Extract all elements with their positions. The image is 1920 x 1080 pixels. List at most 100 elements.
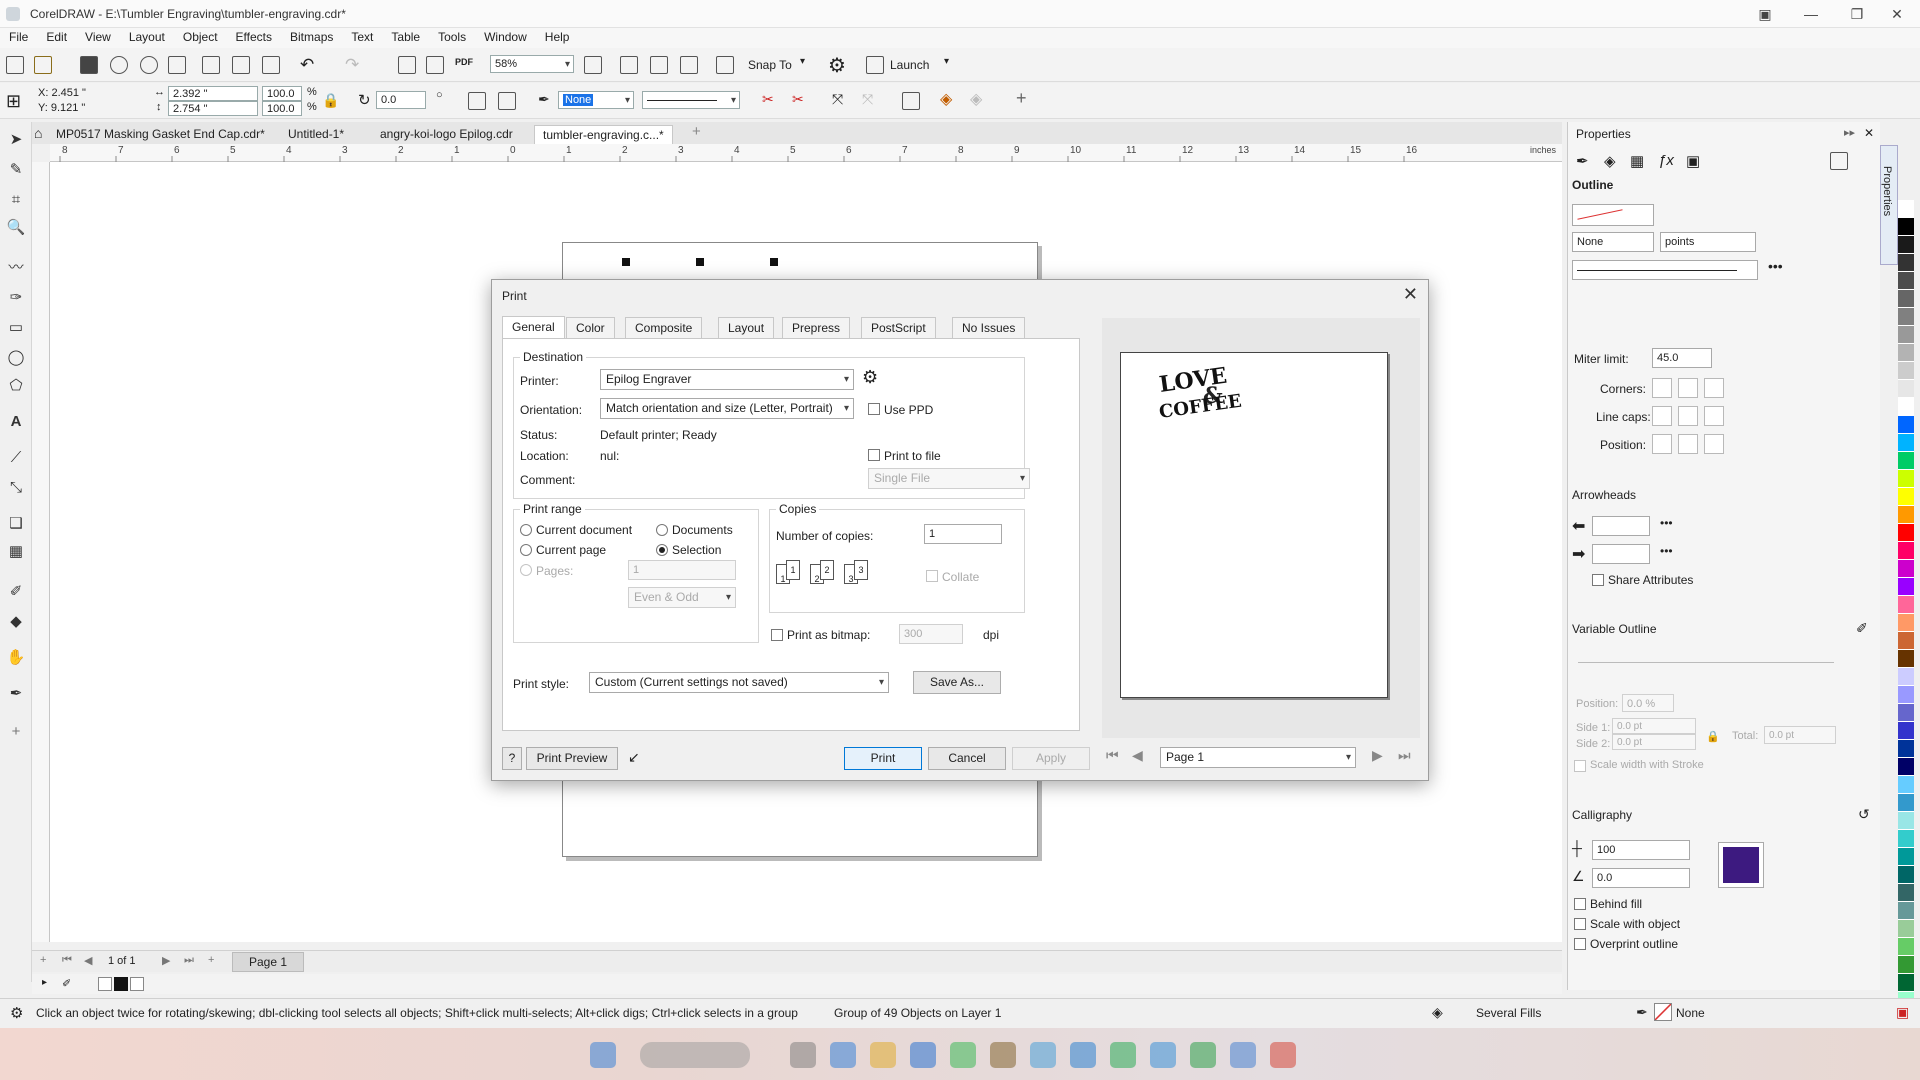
behind-fill-checkbox[interactable]	[1574, 898, 1586, 910]
rotation-field[interactable]: 0.0	[376, 91, 426, 109]
last-page-icon[interactable]: ⏭	[1398, 747, 1411, 764]
cloud-save-icon[interactable]	[140, 56, 158, 74]
lock-sides-icon[interactable]: 🔒	[1706, 730, 1720, 743]
palette-swatch[interactable]	[1898, 812, 1914, 830]
palette-swatch[interactable]	[1898, 740, 1914, 758]
show-grid-icon[interactable]	[650, 56, 668, 74]
palette-swatch[interactable]	[1898, 632, 1914, 650]
palette-swatch[interactable]	[1898, 308, 1914, 326]
menu-window[interactable]: Window	[475, 28, 536, 46]
zoom-tool-icon[interactable]: 🔍	[6, 218, 26, 238]
palette-swatch[interactable]	[1898, 830, 1914, 848]
print-to-file-checkbox[interactable]	[868, 449, 880, 461]
new-tab-icon[interactable]: +	[692, 123, 701, 140]
tab-no-issues[interactable]: No Issues	[952, 317, 1026, 338]
collate-checkbox[interactable]	[926, 570, 938, 582]
taskbar-app-icon[interactable]	[1230, 1042, 1256, 1068]
launch-chevron-icon[interactable]: ▾	[944, 56, 949, 67]
cap-round-icon[interactable]	[1678, 406, 1698, 426]
break-apart-icon[interactable]: ✂	[792, 91, 804, 108]
copies-field[interactable]: 1	[924, 524, 1002, 544]
show-rulers-icon[interactable]	[620, 56, 638, 74]
color-proof-icon[interactable]: ▣	[1896, 1004, 1909, 1021]
object-origin-icon[interactable]: ⊞	[6, 91, 21, 112]
home-icon[interactable]: ⌂	[34, 125, 42, 141]
shape-tool-icon[interactable]: ✎	[6, 160, 26, 180]
pages-field[interactable]: 1	[628, 560, 736, 580]
corner-miter-icon[interactable]	[1652, 378, 1672, 398]
use-ppd-checkbox[interactable]	[868, 403, 880, 415]
palette-swatch[interactable]	[1898, 488, 1914, 506]
share-attributes-checkbox[interactable]	[1592, 574, 1604, 586]
position-inside-icon[interactable]	[1704, 434, 1724, 454]
tab-untitled-1[interactable]: Untitled-1*	[280, 125, 352, 144]
properties-side-tab[interactable]: Properties	[1880, 145, 1898, 265]
taskbar-app-icon[interactable]	[1190, 1042, 1216, 1068]
fill-icon[interactable]: ◈	[1604, 152, 1616, 170]
options-gear-icon[interactable]: ⚙	[828, 53, 846, 78]
crop-tool-icon[interactable]: ⌗	[6, 190, 26, 210]
current-page-radio[interactable]	[520, 544, 532, 556]
palette-swatch[interactable]	[1898, 794, 1914, 812]
outline-none-swatch[interactable]	[1654, 1003, 1672, 1021]
scale-with-object-checkbox[interactable]	[1574, 918, 1586, 930]
palette-swatch[interactable]	[1898, 452, 1914, 470]
save-icon[interactable]	[80, 56, 98, 74]
tab-prepress[interactable]: Prepress	[782, 317, 851, 338]
taskbar-app-icon[interactable]	[1110, 1042, 1136, 1068]
palette-swatch[interactable]	[1898, 254, 1914, 272]
chevron-down-icon[interactable]: ▾	[800, 56, 805, 67]
taskbar-app-icon[interactable]	[950, 1042, 976, 1068]
bitmap-icon[interactable]: ▣	[1686, 152, 1700, 170]
selection-handle[interactable]	[696, 258, 704, 266]
outline-width-select[interactable]: None	[1572, 232, 1654, 252]
printer-properties-gear-icon[interactable]: ⚙	[862, 367, 878, 388]
pick-tool-icon[interactable]: ➤	[6, 130, 26, 150]
palette-swatch[interactable]	[1898, 380, 1914, 398]
close-window-button[interactable]: ✕	[1874, 0, 1920, 28]
palette-swatch[interactable]	[1898, 866, 1914, 884]
start-icon[interactable]	[590, 1042, 616, 1068]
bitmap-dpi-field[interactable]: 300	[899, 624, 963, 644]
palette-swatch[interactable]	[1898, 506, 1914, 524]
line-style-select[interactable]	[642, 91, 740, 109]
tab-postscript[interactable]: PostScript	[861, 317, 936, 338]
taskbar-app-icon[interactable]	[870, 1042, 896, 1068]
palette-swatch[interactable]	[1898, 578, 1914, 596]
taskbar-app-icon[interactable]	[1030, 1042, 1056, 1068]
palette-swatch[interactable]	[1898, 344, 1914, 362]
tab-layout[interactable]: Layout	[718, 317, 775, 338]
palette-swatch[interactable]	[1898, 668, 1914, 686]
palette-swatch[interactable]	[1898, 974, 1914, 992]
outline-tool-icon[interactable]: ✒	[6, 684, 26, 704]
line-style-select[interactable]	[1572, 260, 1758, 280]
file-mode-select[interactable]: Single File	[868, 468, 1030, 489]
palette-swatch[interactable]	[1898, 542, 1914, 560]
side1-field[interactable]: 0.0 pt	[1612, 718, 1696, 734]
outline-pen-icon[interactable]: ✒	[1576, 152, 1589, 170]
end-arrowhead-select[interactable]	[1592, 544, 1650, 564]
palette-swatch[interactable]	[1898, 398, 1914, 416]
lock-ratio-icon[interactable]: 🔒	[322, 92, 339, 109]
first-page-icon[interactable]: ⏮	[62, 954, 72, 967]
print-icon[interactable]	[168, 56, 186, 74]
copy-icon[interactable]	[232, 56, 250, 74]
tab-general[interactable]: General	[502, 316, 565, 339]
pages-radio[interactable]	[520, 564, 532, 576]
palette-swatch[interactable]	[1898, 596, 1914, 614]
convert-outline-icon[interactable]: ✂	[762, 91, 774, 108]
snap-off-icon[interactable]	[716, 56, 734, 74]
position-center-icon[interactable]	[1678, 434, 1698, 454]
orientation-select[interactable]: Match orientation and size (Letter, Port…	[600, 398, 854, 419]
outline-width-select[interactable]: None	[558, 91, 634, 109]
end-arrow-more-icon[interactable]: •••	[1660, 544, 1673, 558]
palette-swatch[interactable]	[1898, 614, 1914, 632]
white-swatch[interactable]	[130, 977, 144, 991]
save-as-button[interactable]: Save As...	[913, 671, 1001, 694]
polygon-tool-icon[interactable]: ⬠	[6, 376, 26, 396]
taskbar-app-icon[interactable]	[790, 1042, 816, 1068]
variable-outline-track[interactable]	[1578, 662, 1834, 663]
palette-expand-icon[interactable]: ▸	[42, 977, 47, 988]
side2-field[interactable]: 0.0 pt	[1612, 734, 1696, 750]
open-folder-icon[interactable]	[34, 56, 52, 74]
